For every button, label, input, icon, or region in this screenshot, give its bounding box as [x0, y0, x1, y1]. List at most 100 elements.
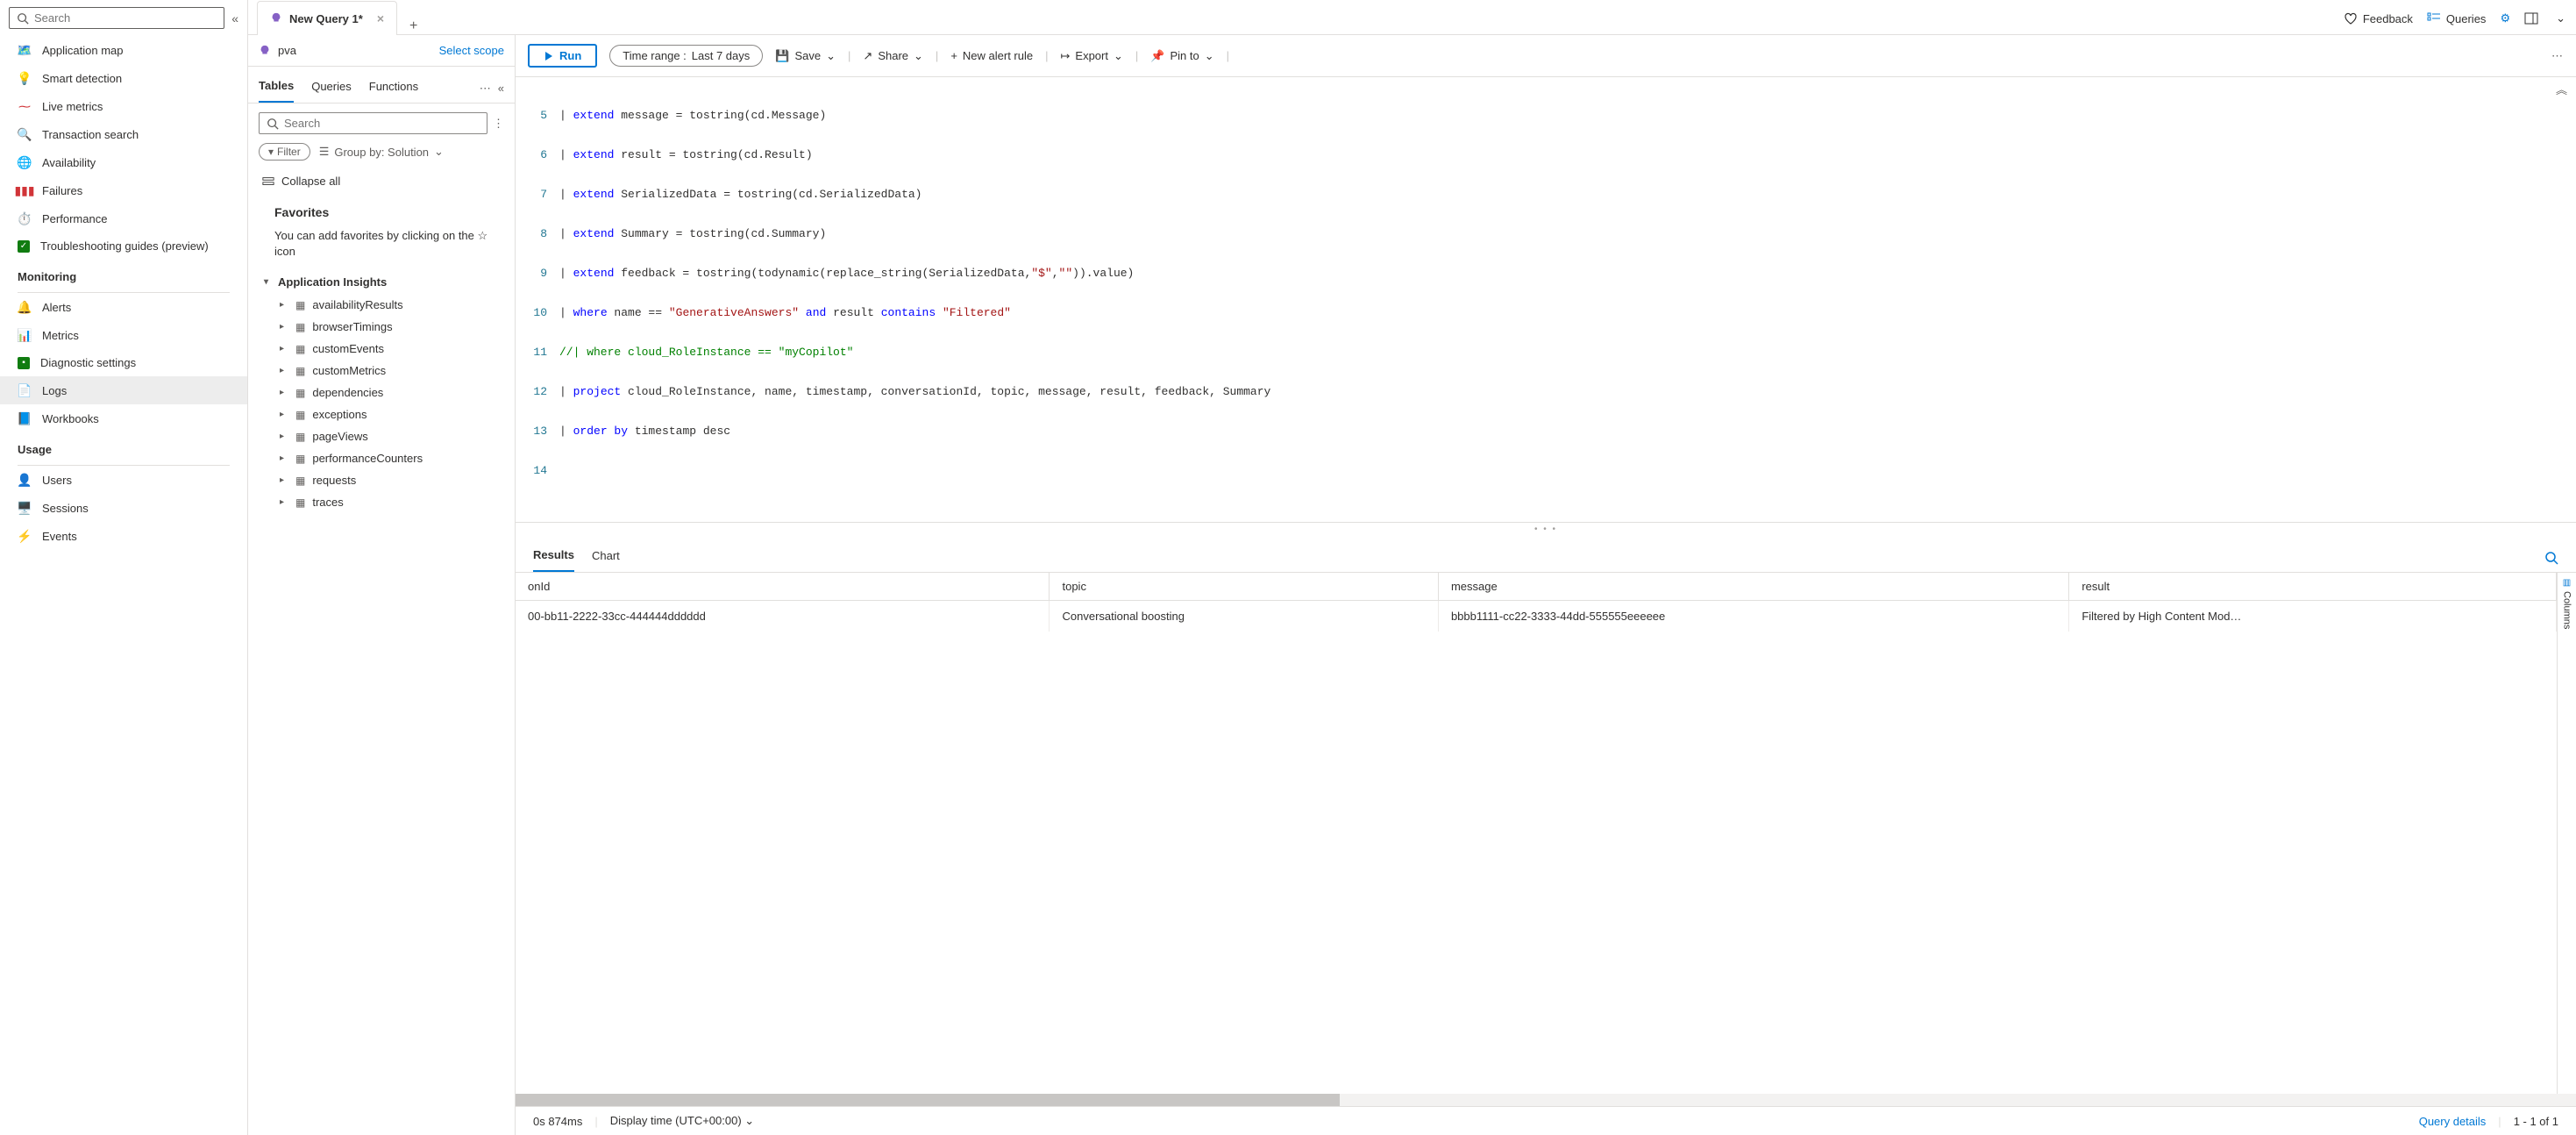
sidebar-item-troubleshooting[interactable]: ✓Troubleshooting guides (preview)	[0, 232, 247, 260]
more-icon[interactable]: ⋯	[2551, 49, 2564, 63]
groupby-label: Group by: Solution	[334, 146, 429, 159]
column-header[interactable]: message	[1438, 573, 2068, 601]
tab-chart[interactable]: Chart	[592, 544, 620, 571]
column-header[interactable]: result	[2069, 573, 2557, 601]
groupby-dropdown[interactable]: ☰Group by: Solution⌄	[319, 145, 444, 159]
tree-group-app-insights[interactable]: ▾Application Insights	[248, 270, 515, 294]
export-button[interactable]: ↦Export⌄	[1061, 49, 1123, 63]
tab-tables[interactable]: Tables	[259, 74, 294, 103]
sidebar-item-label: Performance	[42, 212, 107, 225]
horizontal-scrollbar[interactable]	[516, 1094, 2576, 1106]
schema-search-input[interactable]	[284, 117, 480, 130]
table-row[interactable]: 00-bb11-2222-33cc-444444dddddd Conversat…	[516, 601, 2557, 632]
sidebar-item-label: Logs	[42, 384, 67, 397]
tree-item[interactable]: ▸▦traces	[248, 491, 515, 513]
close-icon[interactable]: ×	[377, 11, 384, 25]
tree-item[interactable]: ▸▦exceptions	[248, 403, 515, 425]
share-button[interactable]: ↗Share⌄	[863, 49, 923, 63]
caret-right-icon: ▸	[280, 432, 288, 441]
select-scope-link[interactable]: Select scope	[439, 44, 504, 57]
tab-functions[interactable]: Functions	[369, 75, 418, 102]
sidebar-search-input[interactable]	[34, 11, 217, 25]
sidebar-item-label: Alerts	[42, 301, 71, 314]
chevron-down-button[interactable]: ⌄	[2545, 11, 2576, 34]
sidebar-item-smart-detection[interactable]: 💡Smart detection	[0, 64, 247, 92]
results-grid[interactable]: onId topic message result 00-bb11-2222-3…	[516, 573, 2557, 1094]
columns-rail[interactable]: ▥ Columns	[2557, 573, 2576, 1094]
sidebar-item-performance[interactable]: ⏱️ Performance	[0, 204, 247, 232]
sidebar-item-logs[interactable]: 📄Logs	[0, 376, 247, 404]
list-icon	[2427, 11, 2441, 25]
pin-button[interactable]: 📌Pin to⌄	[1150, 49, 1213, 63]
feedback-label: Feedback	[2363, 12, 2413, 25]
tree-item[interactable]: ▸▦customMetrics	[248, 360, 515, 382]
sidebar-item-diagnostics[interactable]: ▪Diagnostic settings	[0, 349, 247, 376]
play-icon	[544, 51, 554, 61]
filter-pill[interactable]: ▾Filter	[259, 143, 310, 161]
sidebar-collapse-icon[interactable]: «	[231, 11, 238, 25]
columns-icon: ▥	[2563, 578, 2571, 588]
guide-icon: ✓	[18, 240, 30, 253]
gauge-icon: ⏱️	[18, 211, 32, 225]
tree-item[interactable]: ▸▦performanceCounters	[248, 447, 515, 469]
time-range-selector[interactable]: Time range : Last 7 days	[609, 45, 763, 67]
column-header[interactable]: topic	[1050, 573, 1438, 601]
section-usage: Usage	[0, 432, 247, 461]
feedback-button[interactable]: Feedback	[2337, 11, 2420, 34]
sidebar-item-label: Failures	[42, 184, 82, 197]
sidebar-item-alerts[interactable]: 🔔Alerts	[0, 293, 247, 321]
collapse-icon[interactable]: «	[498, 82, 504, 96]
display-time-dropdown[interactable]: Display time (UTC+00:00) ⌄	[610, 1114, 754, 1128]
caret-right-icon: ▸	[280, 475, 288, 485]
tree-item[interactable]: ▸▦requests	[248, 469, 515, 491]
save-icon: 💾	[775, 49, 789, 63]
tree-item[interactable]: ▸▦pageViews	[248, 425, 515, 447]
search-icon[interactable]	[2544, 551, 2558, 565]
column-header[interactable]: onId	[516, 573, 1050, 601]
tree-item[interactable]: ▸▦availabilityResults	[248, 294, 515, 316]
sidebar-item-workbooks[interactable]: 📘Workbooks	[0, 404, 247, 432]
sidebar-item-application-map[interactable]: 🗺️Application map	[0, 36, 247, 64]
sidebar-item-failures[interactable]: ▮▮▮Failures	[0, 176, 247, 204]
run-button[interactable]: Run	[528, 44, 597, 68]
more-icon[interactable]: ⋮	[493, 117, 504, 131]
main-panel: Run Time range : Last 7 days 💾Save⌄ | ↗S…	[516, 35, 2576, 1135]
sidebar-item-transaction-search[interactable]: 🔍Transaction search	[0, 120, 247, 148]
query-tab[interactable]: New Query 1* ×	[257, 1, 397, 35]
collapse-all-button[interactable]: Collapse all	[248, 169, 515, 193]
sidebar-item-users[interactable]: 👤Users	[0, 466, 247, 494]
table-icon: ▦	[295, 343, 305, 355]
tree-item[interactable]: ▸▦dependencies	[248, 382, 515, 403]
sidebar-search[interactable]	[9, 7, 224, 29]
settings-button[interactable]: ⚙	[2493, 11, 2517, 34]
sidebar-item-metrics[interactable]: 📊Metrics	[0, 321, 247, 349]
new-tab-button[interactable]: +	[397, 18, 430, 34]
sidebar-item-label: Events	[42, 530, 77, 543]
table-icon: ▦	[295, 321, 305, 333]
panel-button[interactable]	[2517, 11, 2545, 34]
schema-panel: pva Select scope Tables Queries Function…	[248, 35, 516, 1135]
scope-name: pva	[278, 44, 432, 57]
table-icon: ▦	[295, 496, 305, 509]
status-bar: 0s 874ms | Display time (UTC+00:00) ⌄ Qu…	[516, 1106, 2576, 1135]
more-icon[interactable]: ⋯	[480, 82, 491, 96]
sidebar-item-events[interactable]: ⚡Events	[0, 522, 247, 550]
resize-grip[interactable]: • • •	[516, 523, 2576, 536]
sidebar-item-sessions[interactable]: 🖥️Sessions	[0, 494, 247, 522]
query-details-link[interactable]: Query details	[2419, 1115, 2487, 1128]
tree-item[interactable]: ▸▦browserTimings	[248, 316, 515, 338]
queries-button[interactable]: Queries	[2420, 11, 2494, 34]
schema-search[interactable]	[259, 112, 487, 134]
favorites-help-text: You can add favorites by clicking on the…	[248, 225, 515, 270]
caret-right-icon: ▸	[280, 453, 288, 463]
sidebar-item-live-metrics[interactable]: ⁓Live metrics	[0, 92, 247, 120]
tab-results[interactable]: Results	[533, 543, 574, 572]
collapse-editor-icon[interactable]: ︽	[2556, 81, 2567, 97]
tab-queries[interactable]: Queries	[311, 75, 352, 102]
sidebar-item-availability[interactable]: 🌐Availability	[0, 148, 247, 176]
new-alert-button[interactable]: +New alert rule	[950, 49, 1033, 62]
tree-item[interactable]: ▸▦customEvents	[248, 338, 515, 360]
query-editor[interactable]: 5| extend message = tostring(cd.Message)…	[516, 77, 2576, 523]
save-button[interactable]: 💾Save⌄	[775, 49, 836, 63]
panel-icon	[2524, 11, 2538, 25]
